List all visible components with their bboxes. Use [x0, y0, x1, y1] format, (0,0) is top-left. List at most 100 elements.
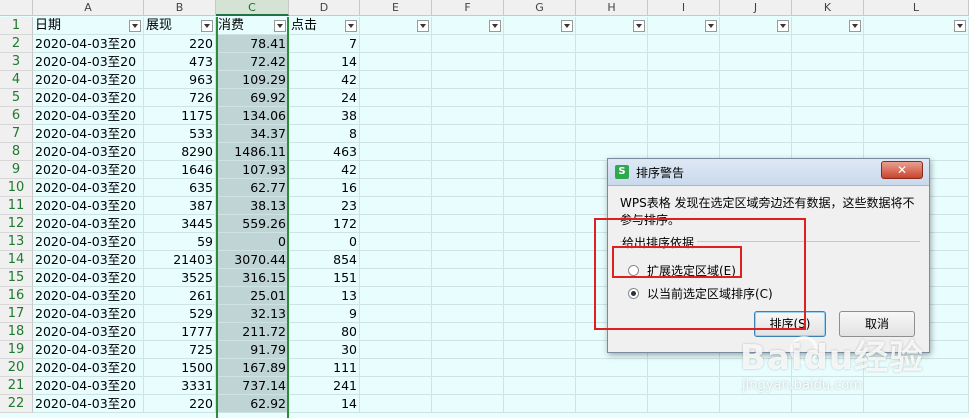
- row-header[interactable]: 14: [0, 251, 33, 269]
- table-cell[interactable]: [432, 341, 504, 359]
- table-cell[interactable]: [864, 125, 969, 143]
- column-header-b[interactable]: B: [144, 0, 216, 16]
- row-header[interactable]: 3: [0, 53, 33, 71]
- table-cell[interactable]: [648, 107, 720, 125]
- table-cell[interactable]: [432, 161, 504, 179]
- row-header[interactable]: 15: [0, 269, 33, 287]
- expand-selection-option[interactable]: 扩展选定区域(E): [628, 262, 736, 279]
- table-cell[interactable]: [432, 125, 504, 143]
- table-cell[interactable]: [504, 251, 576, 269]
- table-cell[interactable]: [792, 395, 864, 413]
- table-cell[interactable]: [432, 89, 504, 107]
- table-cell[interactable]: 23: [289, 197, 360, 215]
- table-cell[interactable]: 25.01: [216, 287, 289, 305]
- filter-dropdown-icon[interactable]: [705, 20, 717, 32]
- table-cell[interactable]: [720, 35, 792, 53]
- table-cell[interactable]: [504, 269, 576, 287]
- table-cell[interactable]: 2020-04-03至20: [33, 251, 144, 269]
- table-cell[interactable]: 8290: [144, 143, 216, 161]
- table-cell[interactable]: 42: [289, 71, 360, 89]
- table-cell[interactable]: 109.29: [216, 71, 289, 89]
- table-cell[interactable]: [360, 107, 432, 125]
- table-cell[interactable]: [504, 341, 576, 359]
- row-header[interactable]: 5: [0, 89, 33, 107]
- table-cell[interactable]: [360, 17, 432, 35]
- column-header-f[interactable]: F: [432, 0, 504, 16]
- table-cell[interactable]: 635: [144, 179, 216, 197]
- table-cell[interactable]: [792, 107, 864, 125]
- table-cell[interactable]: 2020-04-03至20: [33, 287, 144, 305]
- table-cell[interactable]: 220: [144, 395, 216, 413]
- table-cell[interactable]: 2020-04-03至20: [33, 53, 144, 71]
- table-cell[interactable]: [864, 377, 969, 395]
- table-cell[interactable]: 1175: [144, 107, 216, 125]
- column-header-a[interactable]: A: [33, 0, 144, 16]
- table-cell[interactable]: [432, 305, 504, 323]
- table-cell[interactable]: [648, 35, 720, 53]
- table-cell[interactable]: [504, 161, 576, 179]
- table-cell[interactable]: 32.13: [216, 305, 289, 323]
- filter-dropdown-icon[interactable]: [417, 20, 429, 32]
- table-cell[interactable]: 2020-04-03至20: [33, 341, 144, 359]
- filter-dropdown-icon[interactable]: [777, 20, 789, 32]
- table-cell[interactable]: [504, 107, 576, 125]
- table-cell[interactable]: [576, 377, 648, 395]
- table-cell[interactable]: [720, 89, 792, 107]
- table-cell[interactable]: 2020-04-03至20: [33, 269, 144, 287]
- row-header[interactable]: 22: [0, 395, 33, 413]
- table-cell[interactable]: [432, 359, 504, 377]
- table-cell[interactable]: [576, 35, 648, 53]
- filter-dropdown-icon[interactable]: [849, 20, 861, 32]
- table-cell[interactable]: 展现: [144, 17, 216, 35]
- table-cell[interactable]: [360, 305, 432, 323]
- table-cell[interactable]: 725: [144, 341, 216, 359]
- filter-dropdown-icon[interactable]: [274, 20, 286, 32]
- table-cell[interactable]: 80: [289, 323, 360, 341]
- row-header[interactable]: 19: [0, 341, 33, 359]
- table-cell[interactable]: 2020-04-03至20: [33, 215, 144, 233]
- table-cell[interactable]: [360, 287, 432, 305]
- row-header[interactable]: 18: [0, 323, 33, 341]
- table-cell[interactable]: [432, 377, 504, 395]
- row-header[interactable]: 1: [0, 17, 33, 35]
- table-cell[interactable]: 2020-04-03至20: [33, 377, 144, 395]
- table-cell[interactable]: [360, 395, 432, 413]
- table-cell[interactable]: 529: [144, 305, 216, 323]
- table-cell[interactable]: [432, 251, 504, 269]
- table-cell[interactable]: 261: [144, 287, 216, 305]
- table-cell[interactable]: 13: [289, 287, 360, 305]
- table-cell[interactable]: 2020-04-03至20: [33, 233, 144, 251]
- table-cell[interactable]: 91.79: [216, 341, 289, 359]
- table-cell[interactable]: [504, 35, 576, 53]
- table-cell[interactable]: 107.93: [216, 161, 289, 179]
- row-header[interactable]: 8: [0, 143, 33, 161]
- table-cell[interactable]: [504, 71, 576, 89]
- table-cell[interactable]: [504, 395, 576, 413]
- table-cell[interactable]: 559.26: [216, 215, 289, 233]
- table-cell[interactable]: [504, 323, 576, 341]
- table-cell[interactable]: 42: [289, 161, 360, 179]
- table-cell[interactable]: [432, 197, 504, 215]
- table-cell[interactable]: 62.92: [216, 395, 289, 413]
- table-cell[interactable]: [864, 107, 969, 125]
- table-cell[interactable]: 8: [289, 125, 360, 143]
- table-cell[interactable]: [360, 179, 432, 197]
- table-cell[interactable]: [432, 179, 504, 197]
- table-cell[interactable]: 2020-04-03至20: [33, 359, 144, 377]
- table-cell[interactable]: [792, 125, 864, 143]
- row-header[interactable]: 7: [0, 125, 33, 143]
- table-cell[interactable]: 38.13: [216, 197, 289, 215]
- table-cell[interactable]: 62.77: [216, 179, 289, 197]
- table-cell[interactable]: [648, 71, 720, 89]
- table-cell[interactable]: [432, 287, 504, 305]
- row-header[interactable]: 10: [0, 179, 33, 197]
- table-cell[interactable]: 30: [289, 341, 360, 359]
- column-header-l[interactable]: L: [864, 0, 969, 16]
- table-cell[interactable]: 1500: [144, 359, 216, 377]
- table-cell[interactable]: [720, 71, 792, 89]
- table-cell[interactable]: [432, 17, 504, 35]
- row-header[interactable]: 2: [0, 35, 33, 53]
- table-cell[interactable]: 963: [144, 71, 216, 89]
- table-cell[interactable]: 3331: [144, 377, 216, 395]
- table-cell[interactable]: [504, 305, 576, 323]
